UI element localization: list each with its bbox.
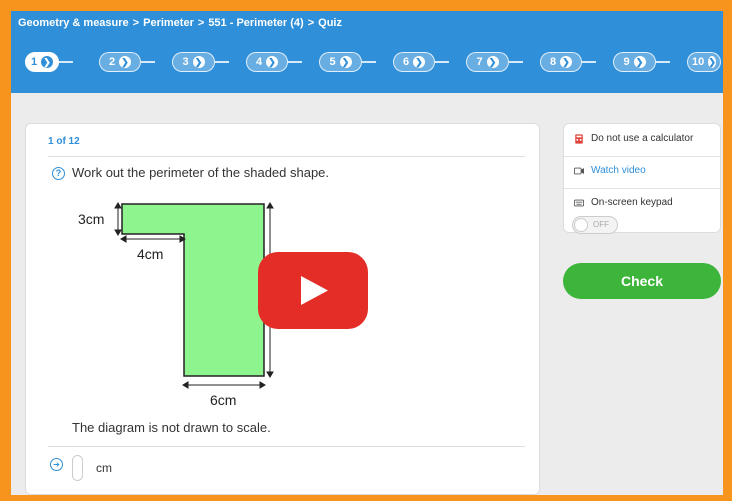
dimension-inner-width [120, 235, 186, 243]
dimension-label-inner-width: 4cm [137, 246, 163, 262]
chevron-right-icon: ❯ [266, 56, 279, 68]
step-number: 8 [549, 56, 557, 68]
toggle-state: OFF [593, 220, 609, 229]
dimension-top-height [114, 202, 122, 236]
keypad-label: On-screen keypad [591, 197, 673, 208]
dimension-label-top-height: 3cm [78, 211, 104, 227]
video-camera-icon [574, 167, 584, 174]
step-9[interactable]: 9 ❯ [613, 52, 656, 72]
breadcrumb-item-topic[interactable]: Geometry & measure [18, 17, 129, 29]
chevron-right-icon: ❯ [560, 56, 573, 68]
scale-note: The diagram is not drawn to scale. [72, 420, 271, 435]
watch-video-link[interactable]: Watch video [574, 165, 646, 176]
question-counter: 1 of 12 [48, 136, 80, 147]
step-number: 2 [108, 56, 116, 68]
chevron-right-icon: ❯ [633, 56, 646, 68]
breadcrumb-separator: > [307, 17, 315, 29]
step-10[interactable]: 10 ❯ [687, 52, 721, 72]
question-steps: 1 ❯ 2 ❯ 3 ❯ 4 ❯ 5 ❯ 6 ❯ 7 ❯ 8 ❯ 9 ❯ 10 ❯ [11, 52, 723, 72]
divider [564, 188, 720, 189]
breadcrumb-separator: > [197, 17, 205, 29]
answer-unit: cm [96, 461, 112, 475]
sidebar-panel: Do not use a calculator Watch video On-s… [563, 123, 721, 234]
check-button[interactable]: Check [563, 263, 721, 299]
step-number: 5 [329, 56, 336, 68]
keyboard-icon [574, 199, 584, 206]
step-5[interactable]: 5 ❯ [319, 52, 362, 72]
step-connector [435, 61, 449, 63]
step-6[interactable]: 6 ❯ [393, 52, 435, 72]
step-connector [362, 61, 376, 63]
chevron-right-icon: ❯ [41, 56, 54, 68]
shaded-shape [121, 203, 265, 377]
screenshot-frame: Geometry & measure > Perimeter >551 - Perim… [0, 0, 732, 501]
step-connector [59, 61, 73, 63]
dimension-label-bottom-width: 6cm [210, 392, 236, 408]
no-calculator-icon [575, 133, 583, 144]
video-play-button-icon[interactable] [258, 252, 368, 329]
divider [48, 446, 525, 447]
step-number: 3 [182, 56, 189, 68]
question-help-icon[interactable]: ? [52, 167, 65, 180]
answer-arrow-icon: ➔ [50, 458, 63, 471]
breadcrumb: Geometry & measure > Perimeter >551 - Perim… [18, 17, 342, 29]
step-connector [582, 61, 596, 63]
divider [48, 156, 525, 157]
keypad-option: On-screen keypad [574, 197, 673, 208]
dimension-bottom-width [182, 381, 266, 389]
divider [564, 156, 720, 157]
step-connector [509, 61, 523, 63]
keypad-toggle[interactable]: OFF [572, 216, 618, 234]
breadcrumb-separator: > [132, 17, 140, 29]
step-2[interactable]: 2 ❯ [99, 52, 141, 72]
toggle-knob [574, 218, 588, 232]
calculator-notice: Do not use a calculator [574, 133, 693, 144]
step-number: 6 [402, 56, 410, 68]
step-1[interactable]: 1 ❯ [25, 52, 59, 72]
chevron-right-icon: ❯ [486, 56, 499, 68]
step-8[interactable]: 8 ❯ [540, 52, 582, 72]
step-number: 1 [30, 56, 38, 68]
step-connector [141, 61, 155, 63]
step-4[interactable]: 4 ❯ [246, 52, 288, 72]
question-text: Work out the perimeter of the shaded sha… [72, 165, 330, 180]
chevron-right-icon: ❯ [708, 56, 716, 68]
top-bar: Geometry & measure > Perimeter >551 - Perim… [11, 11, 723, 93]
step-connector [288, 61, 302, 63]
chevron-right-icon: ❯ [192, 56, 205, 68]
step-connector [656, 61, 670, 63]
step-7[interactable]: 7 ❯ [466, 52, 509, 72]
step-number: 7 [476, 56, 483, 68]
step-3[interactable]: 3 ❯ [172, 52, 215, 72]
calculator-notice-text: Do not use a calculator [591, 133, 694, 144]
answer-input[interactable] [72, 455, 83, 481]
chevron-right-icon: ❯ [339, 56, 352, 68]
breadcrumb-item-lesson[interactable]: 551 - Perimeter (4) [208, 17, 303, 29]
step-number: 4 [255, 56, 263, 68]
step-number: 9 [623, 56, 630, 68]
step-number: 10 [692, 56, 705, 68]
chevron-right-icon: ❯ [119, 56, 132, 68]
breadcrumb-item-subtopic[interactable]: Perimeter [143, 17, 194, 29]
watch-video-label[interactable]: Watch video [591, 165, 646, 176]
step-connector [215, 61, 229, 63]
app-window: Geometry & measure > Perimeter >551 - Perim… [11, 11, 723, 495]
chevron-right-icon: ❯ [413, 56, 426, 68]
breadcrumb-item-quiz: Quiz [318, 17, 342, 29]
